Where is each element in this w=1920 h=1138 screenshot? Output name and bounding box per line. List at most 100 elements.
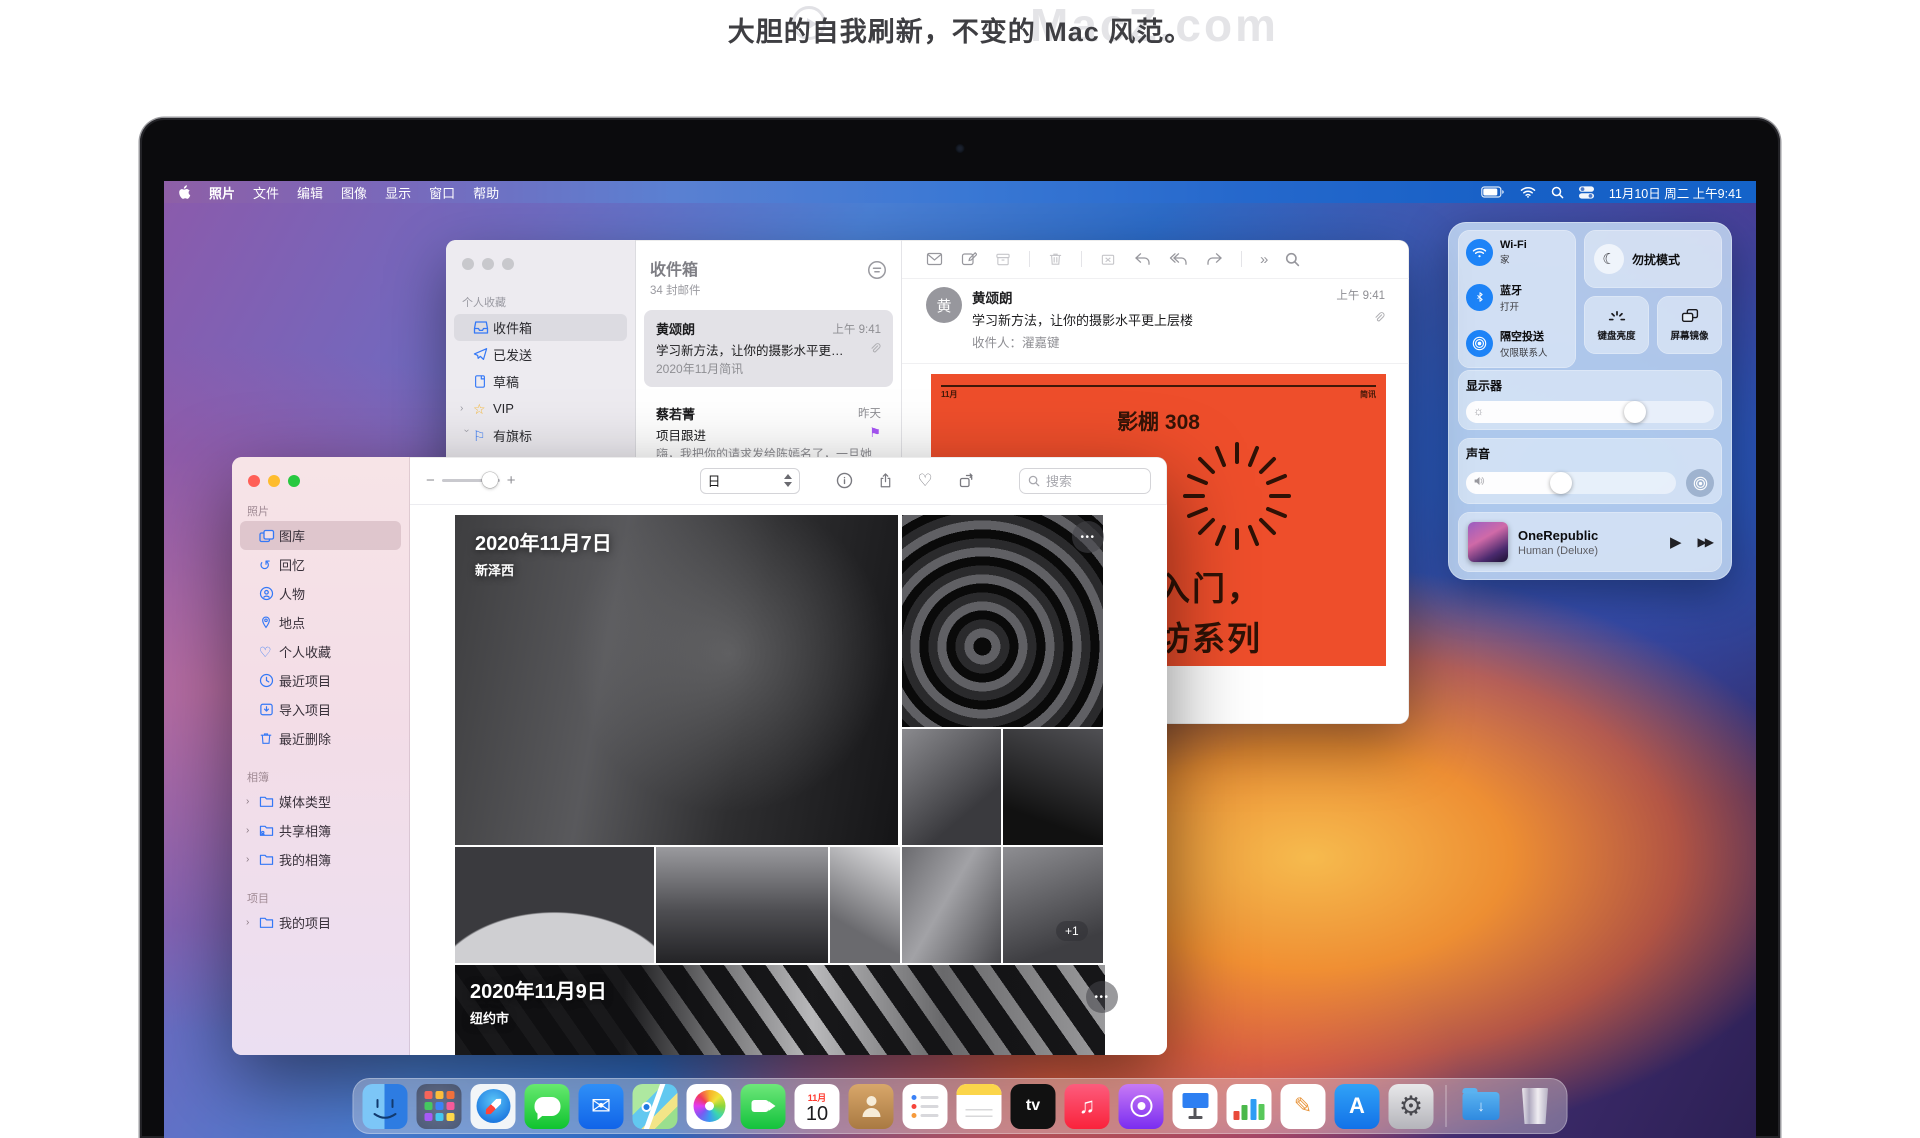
zoom-button[interactable] [288, 475, 300, 487]
dock-reminders-icon[interactable] [903, 1084, 948, 1129]
airplay-audio-button[interactable] [1686, 469, 1714, 497]
minimize-button[interactable] [482, 258, 494, 270]
photo-thumbnail[interactable] [902, 515, 1103, 727]
dock-trash-icon[interactable] [1513, 1084, 1558, 1129]
dock-tv-icon[interactable]: tv [1011, 1084, 1056, 1129]
wifi-toggle[interactable]: Wi-Fi家 [1458, 239, 1576, 266]
photo-thumbnail[interactable] [455, 847, 654, 963]
share-icon[interactable] [878, 472, 893, 489]
wifi-icon[interactable] [1520, 186, 1536, 198]
sidebar-item-shared-albums[interactable]: › 共享相簿 [240, 816, 401, 845]
dock-pages-icon[interactable]: ✎ [1281, 1084, 1326, 1129]
reply-all-icon[interactable] [1169, 252, 1188, 266]
reply-icon[interactable] [1134, 252, 1151, 266]
dock-messages-icon[interactable] [525, 1084, 570, 1129]
filter-icon[interactable] [867, 260, 887, 280]
junk-icon[interactable] [1100, 252, 1116, 267]
sidebar-item-media-types[interactable]: › 媒体类型 [240, 787, 401, 816]
sidebar-item-my-albums[interactable]: › 我的相簿 [240, 845, 401, 874]
overflow-count-badge[interactable]: +1 [1056, 921, 1088, 941]
chevron-right-icon[interactable]: › [460, 403, 473, 414]
menu-window[interactable]: 窗口 [429, 183, 455, 202]
dock-calendar-icon[interactable]: 11月 10 [795, 1084, 840, 1129]
dock-podcasts-icon[interactable] [1119, 1084, 1164, 1129]
dock-contacts-icon[interactable] [849, 1084, 894, 1129]
dock-safari-icon[interactable] [471, 1084, 516, 1129]
more-toolbar-icon[interactable]: » [1260, 251, 1267, 268]
dock-keynote-icon[interactable] [1173, 1084, 1218, 1129]
photo-thumbnail[interactable] [902, 847, 1001, 963]
chevron-right-icon[interactable]: › [246, 917, 259, 928]
close-button[interactable] [462, 258, 474, 270]
keyboard-brightness-button[interactable]: 键盘亮度 [1584, 296, 1649, 354]
dock-launchpad-icon[interactable] [417, 1084, 462, 1129]
menu-help[interactable]: 帮助 [473, 183, 499, 202]
dock-app-store-icon[interactable]: A [1335, 1084, 1380, 1129]
get-mail-icon[interactable] [926, 252, 943, 266]
brightness-slider[interactable]: ☼ [1466, 401, 1714, 423]
photo-thumbnail[interactable] [902, 729, 1001, 845]
dock-facetime-icon[interactable] [741, 1084, 786, 1129]
menu-bar-clock[interactable]: 11月10日 周二 上午9:41 [1609, 183, 1742, 202]
photo-thumbnail[interactable] [830, 847, 900, 963]
sidebar-item-drafts[interactable]: 草稿 [454, 368, 627, 395]
spotlight-search-icon[interactable] [1551, 186, 1564, 199]
sidebar-item-recents[interactable]: 最近项目 [240, 666, 401, 695]
zoom-out-button[interactable]: − [426, 472, 435, 489]
volume-slider[interactable] [1466, 472, 1676, 494]
airdrop-toggle[interactable]: 隔空投送仅限联系人 [1458, 328, 1576, 359]
dock-notes-icon[interactable] [957, 1084, 1002, 1129]
email-list-item[interactable]: 黄颂朗 上午 9:41 学习新方法，让你的摄影水平更… 2020年11月简讯 [644, 310, 893, 387]
sidebar-item-sent[interactable]: 已发送 [454, 341, 627, 368]
thumbnail-size-slider[interactable] [442, 479, 500, 482]
sidebar-item-memories[interactable]: ↺ 回忆 [240, 550, 401, 579]
trash-icon[interactable] [1048, 251, 1063, 267]
dock-music-icon[interactable]: ♫ [1065, 1084, 1110, 1129]
sidebar-item-inbox[interactable]: 收件箱 [454, 314, 627, 341]
dock-finder-icon[interactable] [363, 1084, 408, 1129]
chevron-right-icon[interactable]: › [246, 825, 259, 836]
menu-photos[interactable]: 照片 [209, 183, 235, 202]
dock-downloads-icon[interactable]: ↓ [1459, 1084, 1504, 1129]
bluetooth-toggle[interactable]: 蓝牙打开 [1458, 282, 1576, 313]
menu-file[interactable]: 文件 [253, 183, 279, 202]
archive-icon[interactable] [995, 252, 1011, 267]
photo-thumbnail[interactable] [1003, 847, 1103, 963]
sidebar-item-favorites[interactable]: ♡ 个人收藏 [240, 637, 401, 666]
rotate-icon[interactable] [958, 473, 974, 489]
menu-view[interactable]: 显示 [385, 183, 411, 202]
sidebar-item-places[interactable]: 地点 [240, 608, 401, 637]
zoom-in-button[interactable]: + [507, 472, 516, 489]
forward-icon[interactable] [1206, 252, 1223, 266]
sidebar-item-imports[interactable]: 导入项目 [240, 695, 401, 724]
dock-photos-icon[interactable] [687, 1084, 732, 1129]
control-center-icon[interactable] [1579, 186, 1594, 199]
search-field[interactable]: 搜索 [1019, 468, 1151, 494]
dock-system-preferences-icon[interactable]: ⚙ [1389, 1084, 1434, 1129]
photo-thumbnail[interactable] [656, 847, 828, 963]
slider-knob[interactable] [482, 472, 498, 488]
battery-icon[interactable] [1481, 186, 1505, 198]
sidebar-item-library[interactable]: 图库 [240, 521, 401, 550]
do-not-disturb-toggle[interactable]: ☾ 勿扰模式 [1584, 230, 1722, 288]
photo-thumbnail[interactable] [1003, 729, 1103, 845]
minimize-button[interactable] [268, 475, 280, 487]
view-mode-select[interactable]: 日 [700, 468, 800, 494]
chevron-down-icon[interactable]: › [461, 429, 472, 442]
screen-mirroring-button[interactable]: 屏幕镜像 [1657, 296, 1722, 354]
search-icon[interactable] [1285, 252, 1300, 267]
compose-icon[interactable] [961, 251, 977, 267]
sidebar-item-people[interactable]: 人物 [240, 579, 401, 608]
menu-edit[interactable]: 编辑 [297, 183, 323, 202]
dock-numbers-icon[interactable] [1227, 1084, 1272, 1129]
favorite-icon[interactable]: ♡ [918, 472, 933, 489]
dock-mail-icon[interactable]: ✉ [579, 1084, 624, 1129]
sidebar-item-my-projects[interactable]: › 我的项目 [240, 908, 401, 937]
sidebar-item-flagged[interactable]: › ⚐ 有旗标 [454, 422, 627, 449]
close-button[interactable] [248, 475, 260, 487]
play-button[interactable]: ▶ [1670, 533, 1682, 551]
chevron-right-icon[interactable]: › [246, 796, 259, 807]
more-options-button[interactable]: ••• [1072, 521, 1104, 553]
sidebar-item-recently-deleted[interactable]: 最近删除 [240, 724, 401, 753]
chevron-right-icon[interactable]: › [246, 854, 259, 865]
